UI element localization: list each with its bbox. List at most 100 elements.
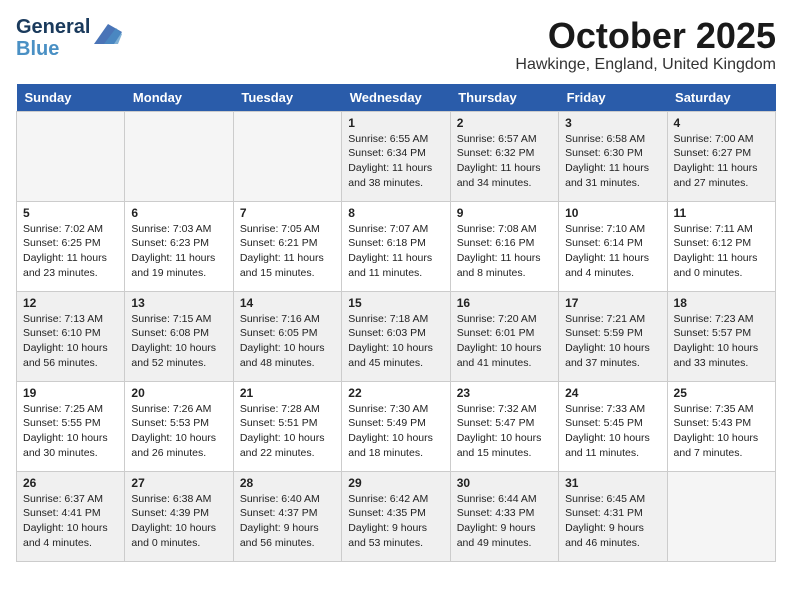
calendar-cell: 18 Sunrise: 7:23 AM Sunset: 5:57 PM Dayli…	[667, 291, 775, 381]
logo-text: GeneralBlue	[16, 16, 90, 60]
calendar-cell: 10Sunrise: 7:10 AM Sunset: 6:14 PM Dayli…	[559, 201, 667, 291]
calendar-cell: 14Sunrise: 7:16 AM Sunset: 6:05 PM Dayli…	[233, 291, 341, 381]
day-number: 30	[457, 476, 552, 490]
calendar-cell: 3 Sunrise: 6:58 AM Sunset: 6:30 PM Daylig…	[559, 111, 667, 201]
calendar-cell: 13 Sunrise: 7:15 AM Sunset: 6:08 PM Dayli…	[125, 291, 233, 381]
logo: GeneralBlue	[16, 16, 122, 60]
day-number: 23	[457, 386, 552, 400]
header-day-sunday: Sunday	[17, 84, 125, 112]
day-info: Sunrise: 6:57 AM Sunset: 6:32 PM Dayligh…	[457, 132, 552, 191]
day-info: Sunrise: 7:03 AM Sunset: 6:23 PM Dayligh…	[131, 222, 226, 281]
day-number: 29	[348, 476, 443, 490]
day-number: 22	[348, 386, 443, 400]
day-info: Sunrise: 6:45 AM Sunset: 4:31 PM Dayligh…	[565, 492, 660, 551]
calendar-cell: 31 Sunrise: 6:45 AM Sunset: 4:31 PM Dayli…	[559, 471, 667, 561]
day-number: 21	[240, 386, 335, 400]
day-number: 24	[565, 386, 660, 400]
calendar-cell: 4Sunrise: 7:00 AM Sunset: 6:27 PM Daylig…	[667, 111, 775, 201]
day-info: Sunrise: 6:58 AM Sunset: 6:30 PM Dayligh…	[565, 132, 660, 191]
calendar-cell: 24 Sunrise: 7:33 AM Sunset: 5:45 PM Dayli…	[559, 381, 667, 471]
day-info: Sunrise: 6:44 AM Sunset: 4:33 PM Dayligh…	[457, 492, 552, 551]
day-info: Sunrise: 7:30 AM Sunset: 5:49 PM Dayligh…	[348, 402, 443, 461]
day-info: Sunrise: 7:16 AM Sunset: 6:05 PM Dayligh…	[240, 312, 335, 371]
calendar-cell: 22 Sunrise: 7:30 AM Sunset: 5:49 PM Dayli…	[342, 381, 450, 471]
calendar-cell: 19 Sunrise: 7:25 AM Sunset: 5:55 PM Dayli…	[17, 381, 125, 471]
calendar-cell	[233, 111, 341, 201]
day-info: Sunrise: 7:33 AM Sunset: 5:45 PM Dayligh…	[565, 402, 660, 461]
day-number: 28	[240, 476, 335, 490]
header-row: SundayMondayTuesdayWednesdayThursdayFrid…	[17, 84, 776, 112]
header-day-wednesday: Wednesday	[342, 84, 450, 112]
day-number: 17	[565, 296, 660, 310]
day-number: 27	[131, 476, 226, 490]
day-info: Sunrise: 7:23 AM Sunset: 5:57 PM Dayligh…	[674, 312, 769, 371]
calendar-cell: 26Sunrise: 6:37 AM Sunset: 4:41 PM Dayli…	[17, 471, 125, 561]
calendar-cell	[17, 111, 125, 201]
day-info: Sunrise: 7:15 AM Sunset: 6:08 PM Dayligh…	[131, 312, 226, 371]
day-number: 25	[674, 386, 769, 400]
calendar-cell: 6 Sunrise: 7:03 AM Sunset: 6:23 PM Daylig…	[125, 201, 233, 291]
calendar-cell: 9Sunrise: 7:08 AM Sunset: 6:16 PM Daylig…	[450, 201, 558, 291]
month-title: October 2025	[515, 16, 776, 56]
header-day-friday: Friday	[559, 84, 667, 112]
header-day-thursday: Thursday	[450, 84, 558, 112]
day-info: Sunrise: 7:20 AM Sunset: 6:01 PM Dayligh…	[457, 312, 552, 371]
day-number: 18	[674, 296, 769, 310]
day-info: Sunrise: 7:35 AM Sunset: 5:43 PM Dayligh…	[674, 402, 769, 461]
day-info: Sunrise: 7:02 AM Sunset: 6:25 PM Dayligh…	[23, 222, 118, 281]
day-info: Sunrise: 7:28 AM Sunset: 5:51 PM Dayligh…	[240, 402, 335, 461]
day-info: Sunrise: 7:13 AM Sunset: 6:10 PM Dayligh…	[23, 312, 118, 371]
day-info: Sunrise: 7:26 AM Sunset: 5:53 PM Dayligh…	[131, 402, 226, 461]
day-info: Sunrise: 7:25 AM Sunset: 5:55 PM Dayligh…	[23, 402, 118, 461]
day-number: 19	[23, 386, 118, 400]
day-number: 20	[131, 386, 226, 400]
day-number: 1	[348, 116, 443, 130]
calendar-cell: 30 Sunrise: 6:44 AM Sunset: 4:33 PM Dayli…	[450, 471, 558, 561]
day-number: 9	[457, 206, 552, 220]
day-number: 11	[674, 206, 769, 220]
day-number: 5	[23, 206, 118, 220]
calendar-week-4: 19 Sunrise: 7:25 AM Sunset: 5:55 PM Dayli…	[17, 381, 776, 471]
day-number: 8	[348, 206, 443, 220]
header-day-tuesday: Tuesday	[233, 84, 341, 112]
day-number: 3	[565, 116, 660, 130]
calendar-cell: 11 Sunrise: 7:11 AM Sunset: 6:12 PM Dayli…	[667, 201, 775, 291]
page-header: GeneralBlue October 2025 Hawkinge, Engla…	[16, 16, 776, 74]
calendar-cell	[125, 111, 233, 201]
calendar-cell: 15Sunrise: 7:18 AM Sunset: 6:03 PM Dayli…	[342, 291, 450, 381]
day-number: 13	[131, 296, 226, 310]
day-number: 10	[565, 206, 660, 220]
calendar-cell: 5 Sunrise: 7:02 AM Sunset: 6:25 PM Daylig…	[17, 201, 125, 291]
calendar-cell: 16 Sunrise: 7:20 AM Sunset: 6:01 PM Dayli…	[450, 291, 558, 381]
day-number: 12	[23, 296, 118, 310]
day-number: 4	[674, 116, 769, 130]
calendar-cell: 17Sunrise: 7:21 AM Sunset: 5:59 PM Dayli…	[559, 291, 667, 381]
calendar-cell: 8 Sunrise: 7:07 AM Sunset: 6:18 PM Daylig…	[342, 201, 450, 291]
calendar-cell: 2Sunrise: 6:57 AM Sunset: 6:32 PM Daylig…	[450, 111, 558, 201]
calendar-cell: 1 Sunrise: 6:55 AM Sunset: 6:34 PM Daylig…	[342, 111, 450, 201]
header-day-monday: Monday	[125, 84, 233, 112]
calendar-cell: 7 Sunrise: 7:05 AM Sunset: 6:21 PM Daylig…	[233, 201, 341, 291]
calendar-cell: 29Sunrise: 6:42 AM Sunset: 4:35 PM Dayli…	[342, 471, 450, 561]
calendar-cell	[667, 471, 775, 561]
day-number: 6	[131, 206, 226, 220]
day-info: Sunrise: 7:11 AM Sunset: 6:12 PM Dayligh…	[674, 222, 769, 281]
calendar-cell: 28Sunrise: 6:40 AM Sunset: 4:37 PM Dayli…	[233, 471, 341, 561]
day-number: 7	[240, 206, 335, 220]
calendar-week-2: 5 Sunrise: 7:02 AM Sunset: 6:25 PM Daylig…	[17, 201, 776, 291]
calendar-cell: 12 Sunrise: 7:13 AM Sunset: 6:10 PM Dayli…	[17, 291, 125, 381]
calendar-table: SundayMondayTuesdayWednesdayThursdayFrid…	[16, 84, 776, 562]
calendar-cell: 20 Sunrise: 7:26 AM Sunset: 5:53 PM Dayli…	[125, 381, 233, 471]
calendar-week-1: 1 Sunrise: 6:55 AM Sunset: 6:34 PM Daylig…	[17, 111, 776, 201]
day-number: 31	[565, 476, 660, 490]
calendar-cell: 23Sunrise: 7:32 AM Sunset: 5:47 PM Dayli…	[450, 381, 558, 471]
title-section: October 2025 Hawkinge, England, United K…	[515, 16, 776, 74]
calendar-week-5: 26Sunrise: 6:37 AM Sunset: 4:41 PM Dayli…	[17, 471, 776, 561]
day-number: 26	[23, 476, 118, 490]
day-info: Sunrise: 7:05 AM Sunset: 6:21 PM Dayligh…	[240, 222, 335, 281]
day-info: Sunrise: 6:55 AM Sunset: 6:34 PM Dayligh…	[348, 132, 443, 191]
header-day-saturday: Saturday	[667, 84, 775, 112]
day-number: 16	[457, 296, 552, 310]
calendar-week-3: 12 Sunrise: 7:13 AM Sunset: 6:10 PM Dayli…	[17, 291, 776, 381]
day-info: Sunrise: 7:07 AM Sunset: 6:18 PM Dayligh…	[348, 222, 443, 281]
